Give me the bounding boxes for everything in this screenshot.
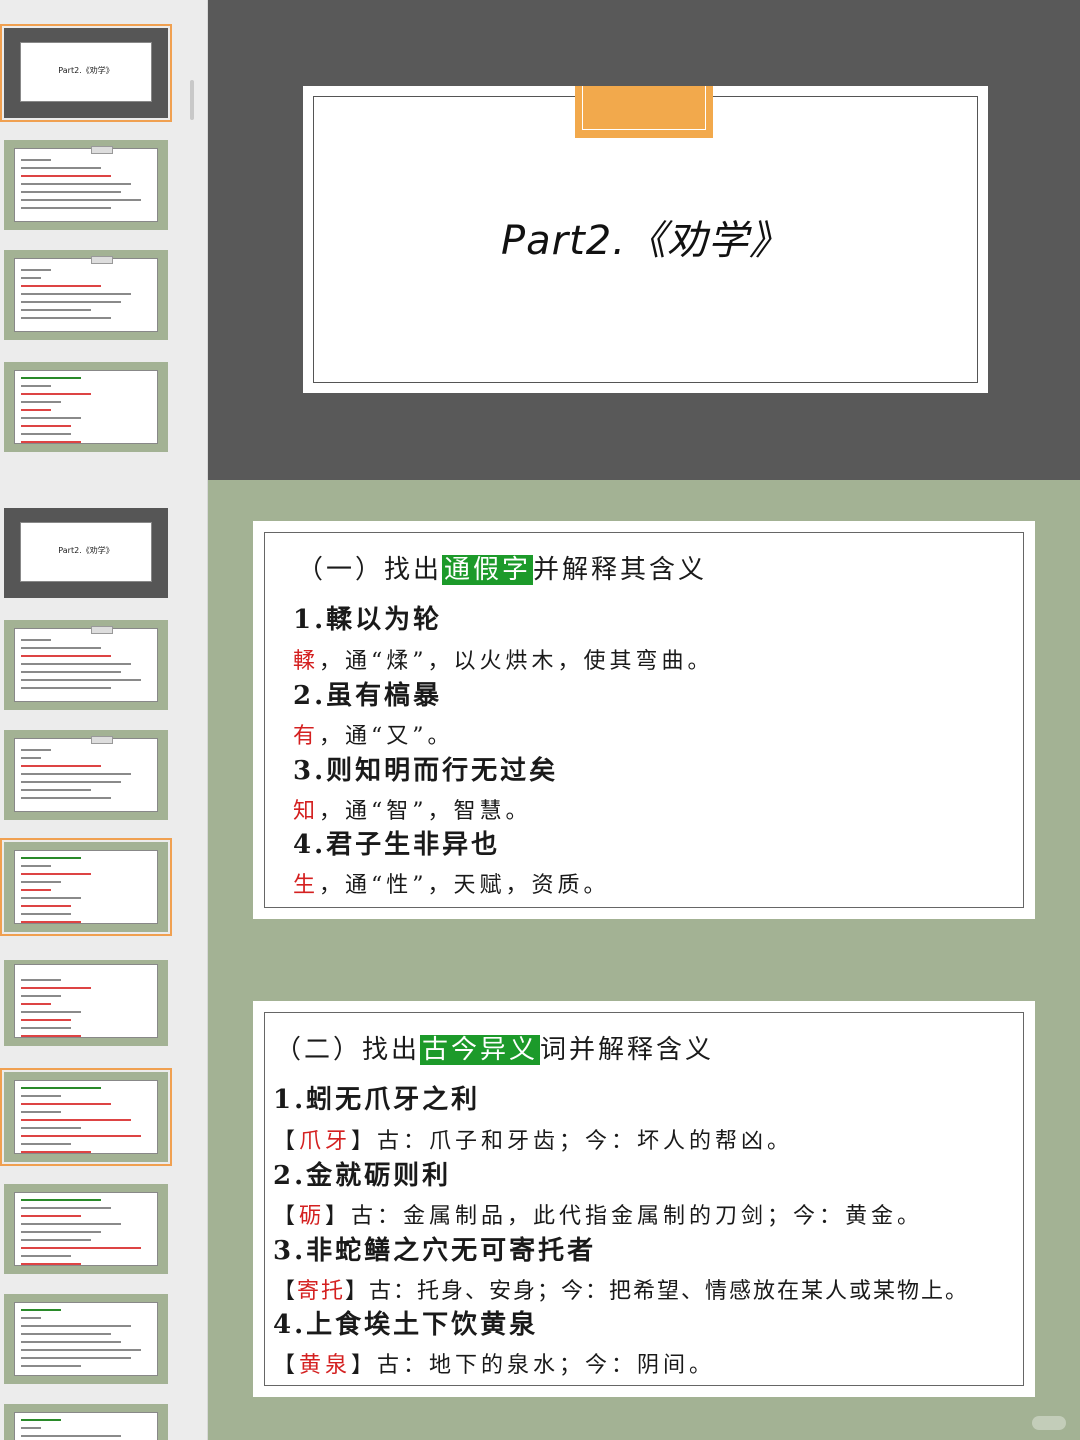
thumbnail-panel-1: Part2.《劝学》 [0, 0, 208, 480]
thumbnail-slide-structure[interactable] [0, 726, 172, 824]
title-card: Part2.《劝学》 [303, 86, 988, 393]
item-title: 3.则知明而行无过矣 [293, 756, 559, 786]
thumbnail-slide-gujinyiyi[interactable] [0, 1068, 172, 1166]
slide-title[interactable]: Part2.《劝学》 [208, 0, 1080, 480]
thumbnail-slide-tongjiazi[interactable] [0, 358, 172, 456]
thumbnail-slide-title[interactable]: Part2.《劝学》 [0, 504, 172, 602]
thumbnail-title-text: Part2.《劝学》 [58, 546, 114, 555]
thumbnail-slide-yiciduoyi[interactable] [0, 1290, 172, 1388]
item-explanation: 【爪牙】古：爪子和牙齿；今：坏人的帮凶。 [273, 1129, 794, 1154]
slide-tongjiazi[interactable]: （一）找出通假字并解释其含义 1.輮以为轮 輮，通“煣”，以火烘木，使其弯曲。 … [208, 480, 1080, 960]
section-heading: （一）找出通假字并解释其含义 [297, 555, 708, 585]
section-heading: （二）找出古今异义词并解释含义 [275, 1035, 715, 1065]
thumbnail-slide-title[interactable]: Part2.《劝学》 [0, 24, 172, 122]
thumbnail-slide-yiciduoyi-2[interactable] [0, 1400, 172, 1440]
thumbnail-slide-review[interactable] [0, 136, 172, 234]
heading-highlight: 古今异义 [420, 1035, 541, 1065]
thumbnail-slide-cileihuoyong[interactable] [0, 1180, 172, 1278]
item-title: 2.金就砺则利 [273, 1161, 452, 1191]
content-card: （一）找出通假字并解释其含义 1.輮以为轮 輮，通“煣”，以火烘木，使其弯曲。 … [253, 521, 1035, 919]
item-title: 2.虽有槁暴 [293, 681, 443, 711]
item-title: 4.上食埃土下饮黄泉 [273, 1310, 539, 1340]
item-explanation: 【砺】古：金属制品，此代指金属制的刀剑；今：黄金。 [273, 1204, 924, 1229]
title-tab-decoration [575, 86, 713, 138]
thumbnail-slide-tongjiazi[interactable] [0, 838, 172, 936]
item-title: 3.非蛇鳝之穴无可寄托者 [273, 1236, 597, 1266]
thumbnail-slide-review[interactable] [0, 616, 172, 714]
watermark [1032, 1416, 1066, 1430]
thumbnail-scrollbar[interactable] [190, 80, 194, 120]
slide-title-text: Part2.《劝学》 [501, 218, 790, 264]
item-title: 4.君子生非异也 [293, 830, 501, 860]
slide-gujinyiyi[interactable]: （二）找出古今异义词并解释含义 1.蚓无爪牙之利 【爪牙】古：爪子和牙齿；今：坏… [208, 960, 1080, 1440]
thumbnail-slide-tongjiazi[interactable] [0, 960, 172, 1050]
item-explanation: 生，通“性”，天赋，资质。 [293, 873, 610, 898]
content-card: （二）找出古今异义词并解释含义 1.蚓无爪牙之利 【爪牙】古：爪子和牙齿；今：坏… [253, 1001, 1035, 1397]
thumbnail-panel-3 [0, 960, 208, 1440]
heading-highlight: 通假字 [442, 555, 534, 585]
thumbnail-title-text: Part2.《劝学》 [58, 66, 114, 75]
thumbnail-slide-structure[interactable] [0, 246, 172, 344]
item-title: 1.蚓无爪牙之利 [273, 1085, 481, 1115]
item-explanation: 有，通“又”。 [293, 724, 454, 749]
item-explanation: 【黄泉】古：地下的泉水；今：阴间。 [273, 1353, 716, 1378]
item-explanation: 知，通“智”，智慧。 [293, 799, 532, 824]
thumbnail-panel-2: Part2.《劝学》 [0, 480, 208, 960]
item-title: 1.輮以为轮 [293, 605, 443, 635]
item-explanation: 輮，通“煣”，以火烘木，使其弯曲。 [293, 649, 714, 674]
item-explanation: 【寄托】古：托身、安身；今：把希望、情感放在某人或某物上。 [273, 1279, 970, 1304]
